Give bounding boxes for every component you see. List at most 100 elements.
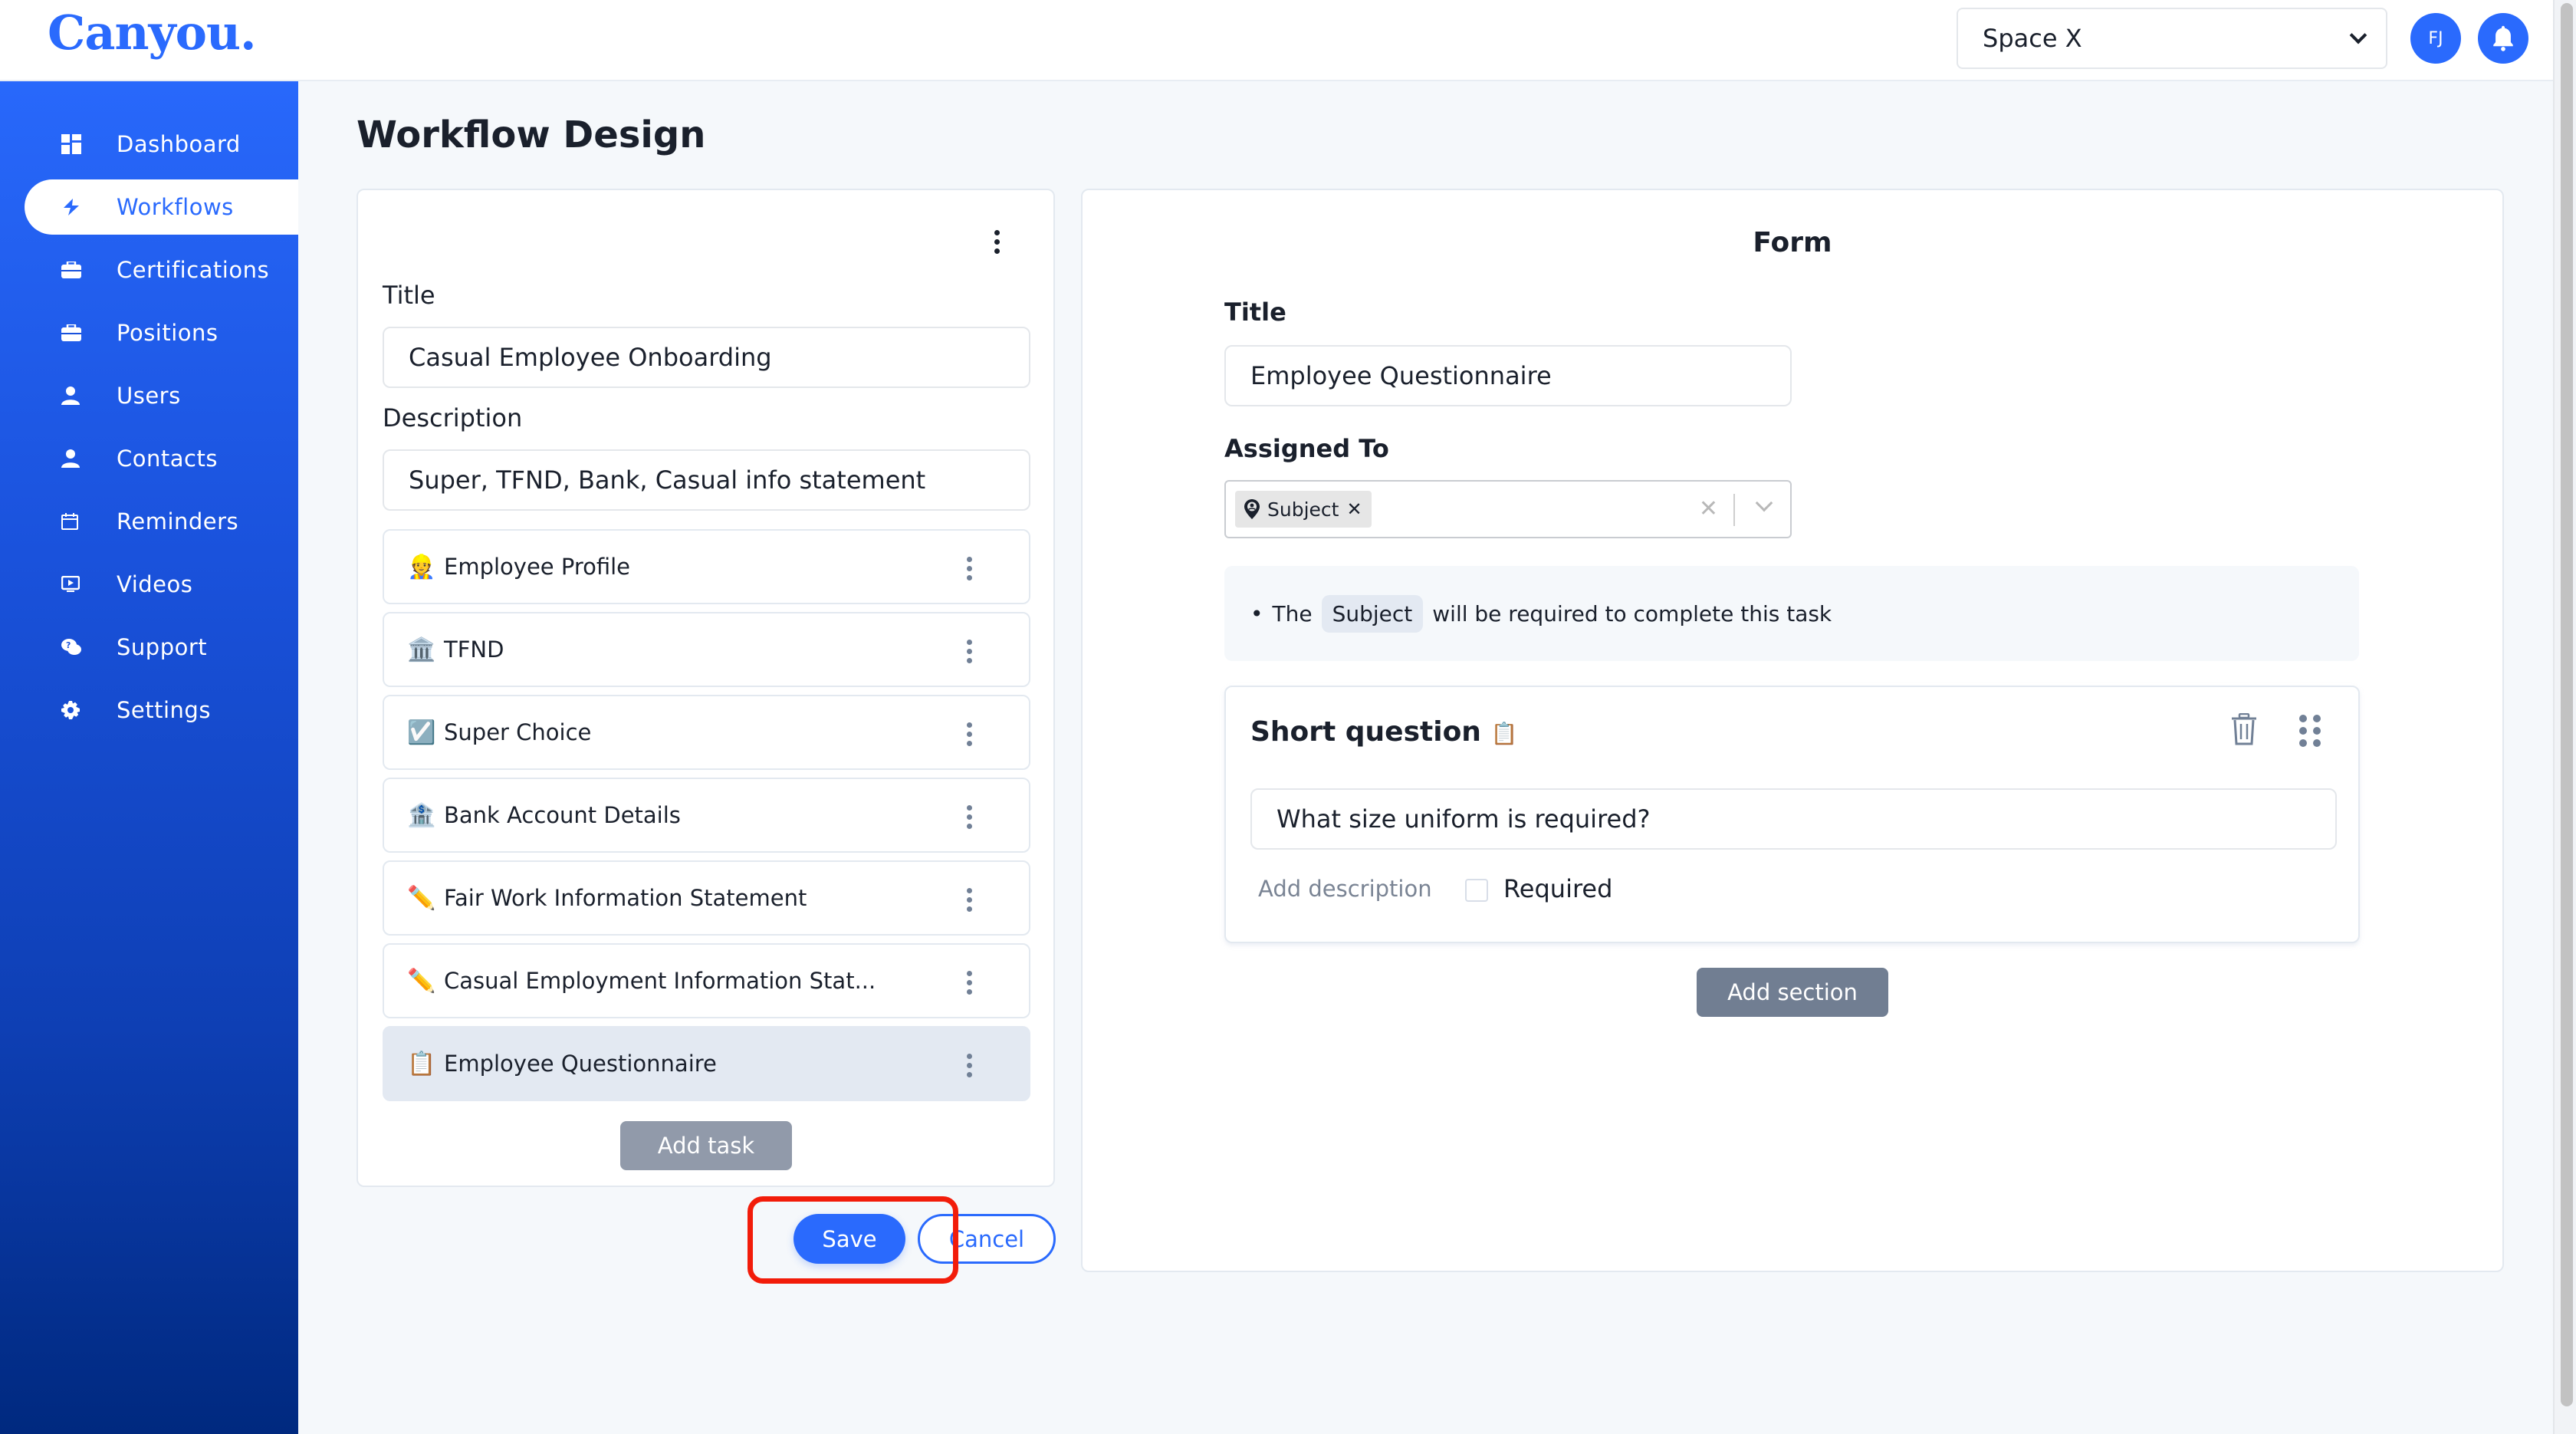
info-subject-pill: Subject: [1321, 594, 1424, 633]
clear-selection-icon[interactable]: ✕: [1699, 495, 1718, 522]
workflow-title-label: Title: [383, 281, 435, 310]
sidebar-item-label: Certifications: [117, 257, 270, 283]
form-card: Form Title Employee Questionnaire Assign…: [1081, 189, 2504, 1272]
sidebar-item-label: Workflows: [117, 194, 234, 220]
user-icon: [61, 449, 107, 468]
delete-question-button[interactable]: [2230, 712, 2258, 748]
bolt-icon: [61, 199, 107, 215]
workflow-description-label: Description: [383, 403, 523, 433]
task-item[interactable]: ☑️ Super Choice: [383, 695, 1030, 770]
select-separator: [1733, 494, 1735, 526]
kebab-dot: [967, 1072, 972, 1077]
kebab-dot: [967, 1063, 972, 1068]
kebab-dot: [967, 1054, 972, 1059]
task-item[interactable]: 🏛️ TFND: [383, 612, 1030, 687]
task-item[interactable]: 🏦 Bank Account Details: [383, 778, 1030, 853]
form-heading: Form: [1753, 227, 1832, 258]
kebab-dot: [967, 805, 972, 811]
trash-icon: [2232, 712, 2256, 745]
assigned-to-select[interactable]: Subject ✕ ✕: [1224, 480, 1792, 538]
workspace-select[interactable]: Space X: [1957, 8, 2387, 69]
task-menu-button[interactable]: [967, 1054, 972, 1077]
svg-text:?: ?: [66, 640, 71, 650]
task-item-selected[interactable]: 📋 Employee Questionnaire: [383, 1026, 1030, 1101]
sidebar-item-label: Settings: [117, 697, 211, 723]
assigned-to-label: Assigned To: [1224, 434, 1389, 463]
task-menu-button[interactable]: [967, 805, 972, 829]
kebab-dot: [994, 230, 1000, 235]
task-menu-button[interactable]: [967, 722, 972, 746]
worker-icon: 👷: [407, 553, 436, 581]
task-label: Super Choice: [444, 719, 592, 745]
kebab-dot: [967, 897, 972, 903]
bell-icon: [2493, 25, 2513, 51]
task-menu-button[interactable]: [967, 888, 972, 912]
sidebar-item-workflows[interactable]: Workflows: [25, 179, 298, 235]
classical-building-icon: 🏛️: [407, 636, 436, 663]
logo[interactable]: Canyou.: [48, 5, 257, 61]
task-item[interactable]: ✏️ Fair Work Information Statement: [383, 860, 1030, 936]
sidebar-item-certifications[interactable]: Certifications: [25, 242, 298, 298]
kebab-dot: [967, 814, 972, 820]
drag-dot: [2313, 727, 2321, 735]
question-type-title: Short question 📋: [1250, 716, 1517, 748]
chevron-down-icon[interactable]: [1755, 494, 1773, 512]
user-icon: [61, 386, 107, 405]
sidebar-item-settings[interactable]: Settings: [25, 682, 298, 738]
remove-chip-icon[interactable]: ✕: [1346, 498, 1362, 520]
sidebar-item-label: Positions: [117, 320, 219, 346]
question-text-input[interactable]: What size uniform is required?: [1250, 788, 2337, 850]
kebab-dot: [994, 239, 1000, 245]
workflow-description-input[interactable]: Super, TFND, Bank, Casual info statement: [383, 449, 1030, 511]
kebab-dot: [967, 732, 972, 737]
page-scrollbar[interactable]: [2553, 0, 2576, 1434]
sidebar-item-contacts[interactable]: Contacts: [25, 431, 298, 486]
add-task-button[interactable]: Add task: [620, 1121, 792, 1170]
scrollbar-thumb[interactable]: [2561, 3, 2573, 1406]
kebab-dot: [967, 906, 972, 912]
save-button[interactable]: Save: [794, 1214, 905, 1264]
notifications-button[interactable]: [2478, 13, 2528, 64]
sidebar-item-dashboard[interactable]: Dashboard: [25, 117, 298, 172]
sidebar-item-videos[interactable]: Videos: [25, 557, 298, 612]
cancel-button[interactable]: Cancel: [918, 1214, 1056, 1264]
form-title-label: Title: [1224, 298, 1286, 327]
kebab-dot: [967, 640, 972, 645]
required-checkbox[interactable]: [1465, 879, 1488, 902]
add-description-link[interactable]: Add description: [1258, 876, 1432, 902]
workflow-menu-button[interactable]: [994, 230, 1000, 254]
briefcase-icon: [61, 324, 107, 341]
kebab-dot: [967, 722, 972, 728]
avatar[interactable]: FJ: [2410, 13, 2461, 64]
task-menu-button[interactable]: [967, 640, 972, 663]
kebab-dot: [967, 566, 972, 571]
task-menu-button[interactable]: [967, 557, 972, 581]
sidebar-item-label: Dashboard: [117, 131, 241, 157]
sidebar: Dashboard Workflows Certifications Posit…: [0, 81, 298, 1434]
kebab-dot: [967, 658, 972, 663]
support-chat-icon: ?: [61, 638, 107, 656]
task-item[interactable]: ✏️ Casual Employment Information Stat...: [383, 943, 1030, 1018]
workflow-card: Title Casual Employee Onboarding Descrip…: [356, 189, 1055, 1187]
sidebar-item-label: Users: [117, 383, 181, 409]
form-title-input[interactable]: Employee Questionnaire: [1224, 345, 1792, 406]
check-box-icon: ☑️: [407, 719, 436, 746]
workflow-title-input[interactable]: Casual Employee Onboarding: [383, 327, 1030, 388]
location-pin-icon: [1244, 499, 1260, 519]
sidebar-item-positions[interactable]: Positions: [25, 305, 298, 360]
sidebar-item-label: Reminders: [117, 508, 239, 534]
page-title: Workflow Design: [356, 113, 706, 156]
kebab-dot: [967, 980, 972, 985]
sidebar-item-users[interactable]: Users: [25, 368, 298, 423]
kebab-dot: [967, 649, 972, 654]
sidebar-item-label: Videos: [117, 571, 193, 597]
gear-icon: [61, 701, 107, 719]
sidebar-item-reminders[interactable]: Reminders: [25, 494, 298, 549]
task-item[interactable]: 👷 Employee Profile: [383, 529, 1030, 604]
kebab-dot: [967, 557, 972, 562]
sidebar-item-support[interactable]: ? Support: [25, 620, 298, 675]
add-section-button[interactable]: Add section: [1697, 968, 1888, 1017]
task-menu-button[interactable]: [967, 971, 972, 995]
drag-handle-icon[interactable]: [2299, 715, 2321, 747]
task-label: Bank Account Details: [444, 802, 681, 828]
